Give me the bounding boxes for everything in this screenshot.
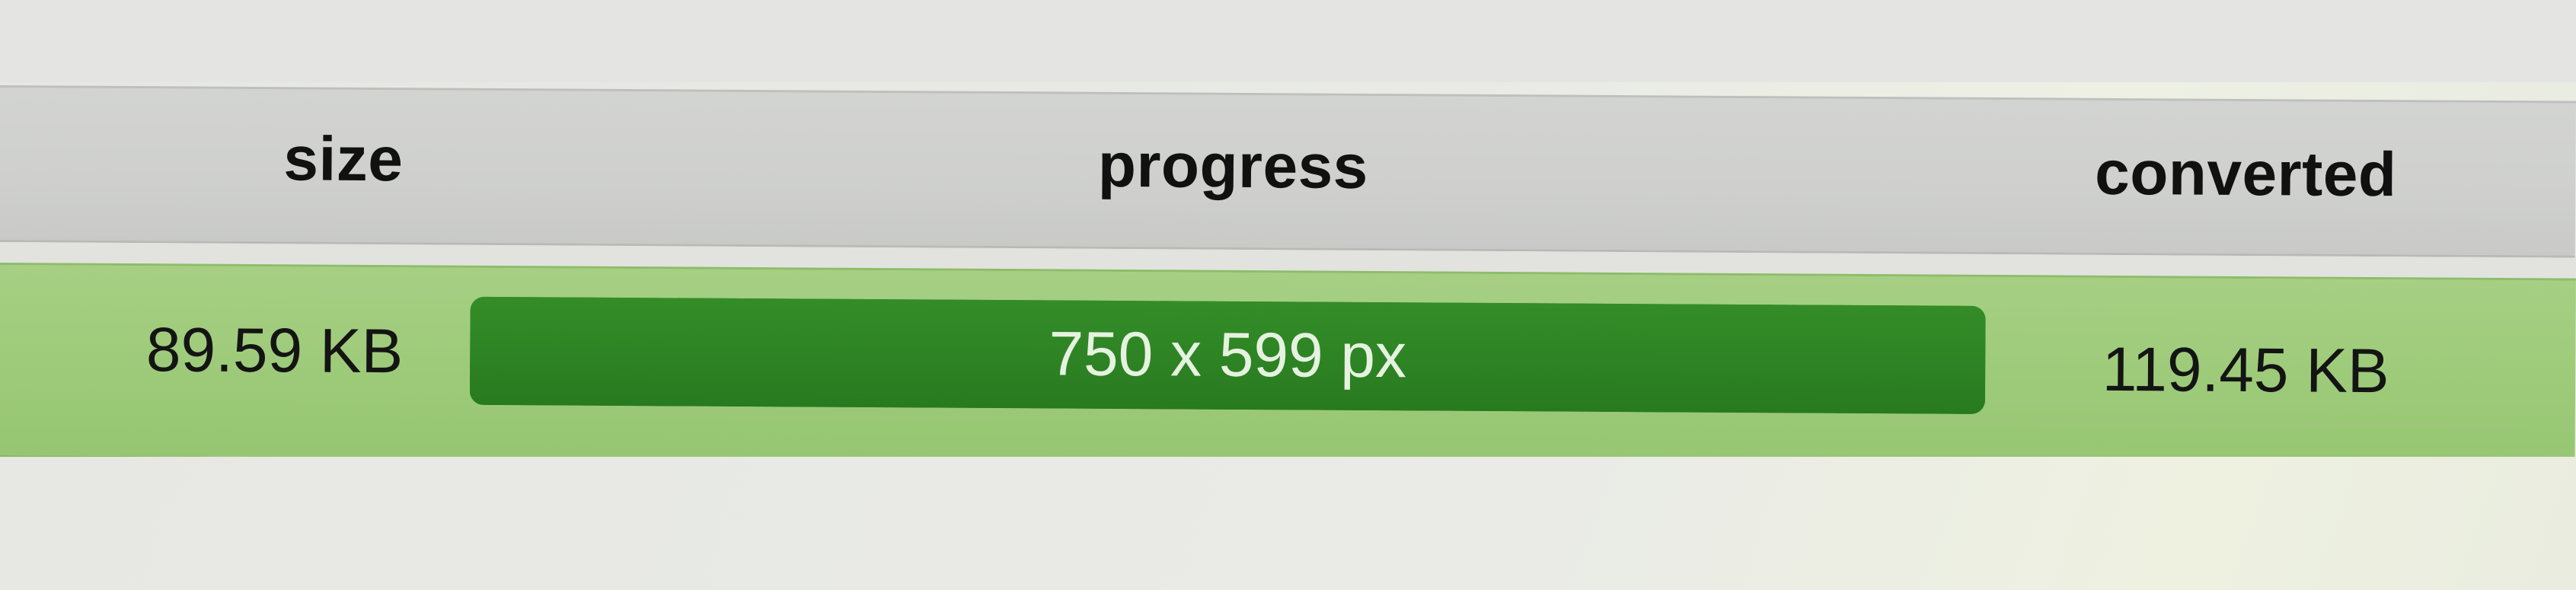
screen: size progress converted 89.59 KB 750 x 5… [0,0,2576,590]
table-header: size progress converted [0,85,2576,258]
cell-converted: 119.45 KB [2102,334,2389,407]
empty-list-area [0,457,2576,590]
cell-size: 89.59 KB [145,315,404,387]
progress-label: 750 x 599 px [1049,319,1407,391]
column-header-size[interactable]: size [106,82,419,237]
column-header-converted[interactable]: converted [2017,97,2475,252]
progress-bar: 750 x 599 px [469,296,1986,414]
table-row[interactable]: 89.59 KB 750 x 599 px 119.45 KB [0,263,2576,474]
column-header-progress[interactable]: progress [471,86,1995,247]
top-background [0,0,2576,82]
